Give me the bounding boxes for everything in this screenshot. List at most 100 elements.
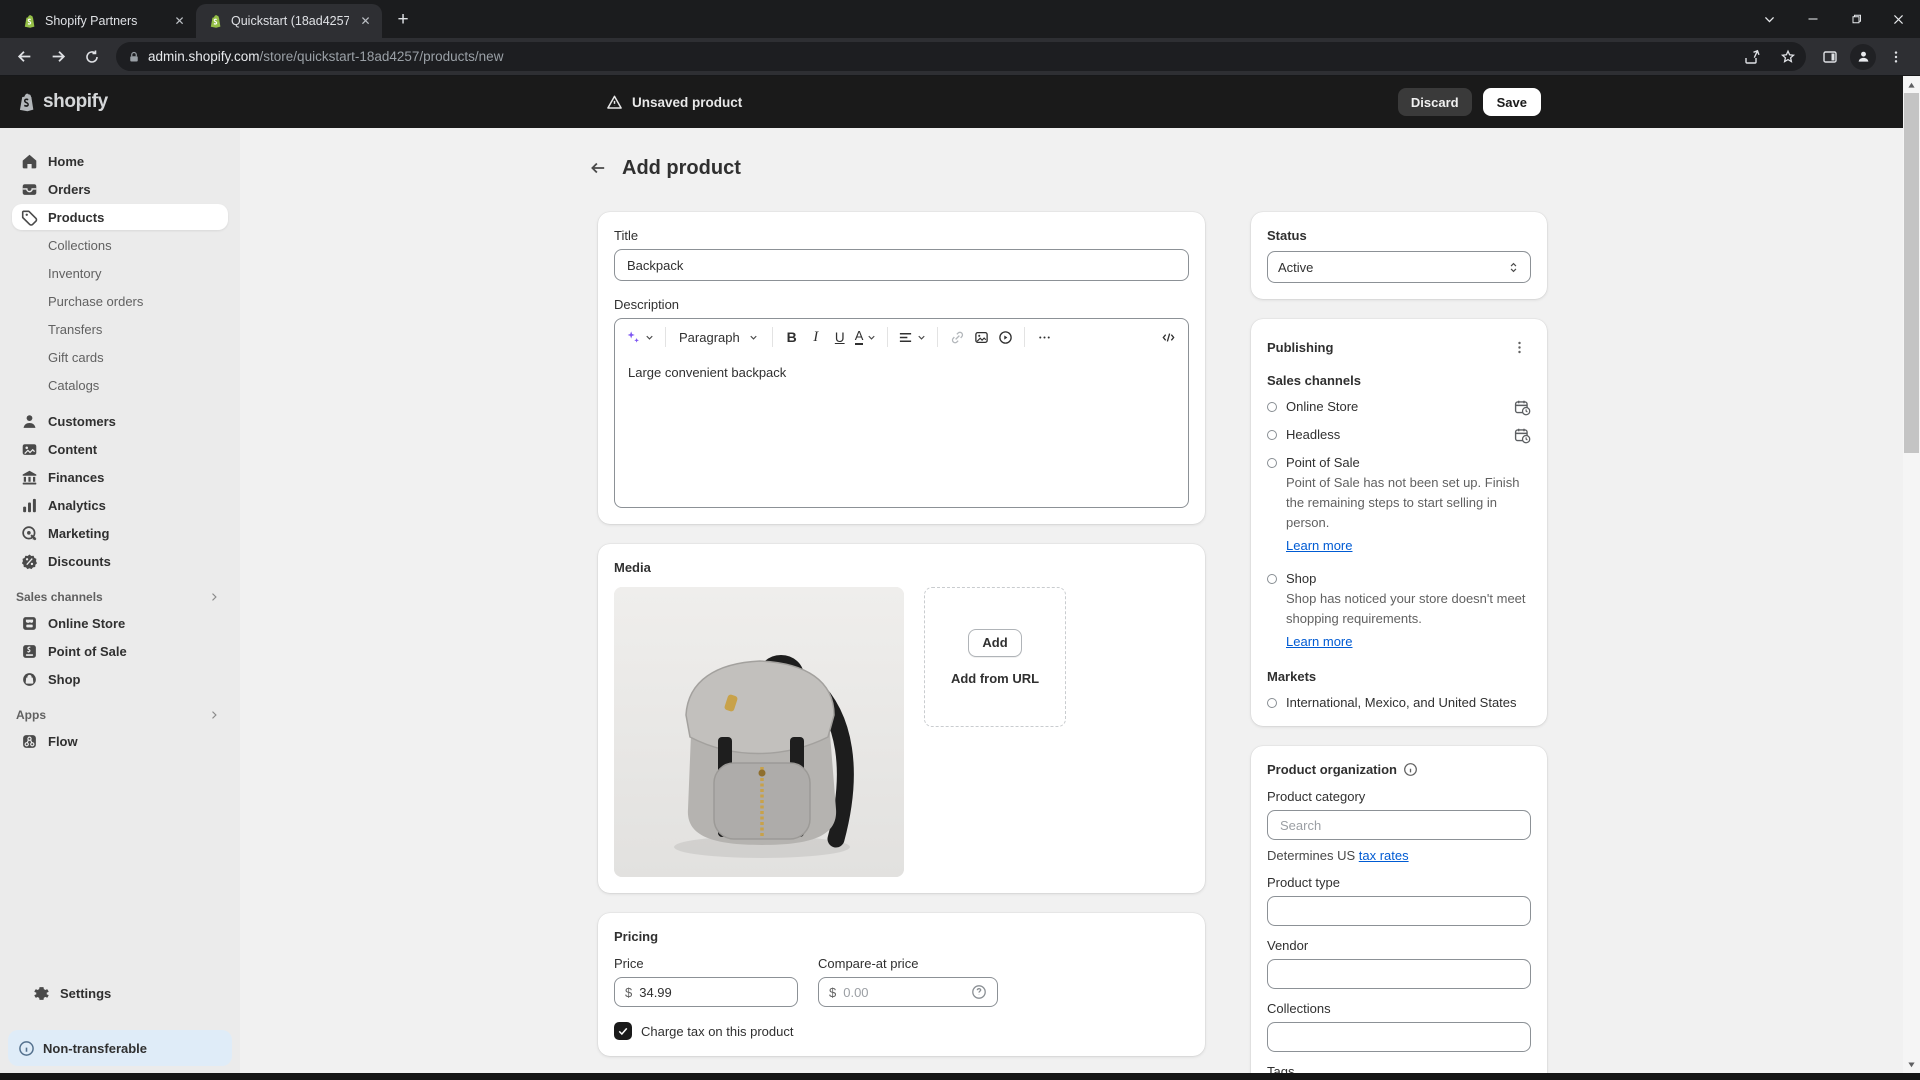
sidebar-item-home[interactable]: Home bbox=[12, 148, 228, 174]
browser-toolbar: admin.shopify.com/store/quickstart-18ad4… bbox=[0, 38, 1920, 76]
paragraph-style-dropdown[interactable]: Paragraph bbox=[673, 324, 765, 350]
sidebar-item-flow[interactable]: Flow bbox=[12, 728, 228, 754]
back-button[interactable] bbox=[8, 41, 40, 73]
title-input[interactable] bbox=[614, 249, 1189, 281]
sidebar-item-label: Products bbox=[48, 210, 104, 225]
tax-help-text: Determines US tax rates bbox=[1267, 848, 1531, 863]
tab-close-icon[interactable]: ✕ bbox=[357, 13, 374, 30]
alignment-button[interactable] bbox=[895, 324, 930, 350]
bookmark-star-icon[interactable] bbox=[1774, 43, 1802, 71]
sidebar-item-analytics[interactable]: Analytics bbox=[12, 492, 228, 518]
browser-menu-icon[interactable] bbox=[1880, 41, 1912, 73]
description-label: Description bbox=[614, 297, 1189, 312]
forward-button[interactable] bbox=[42, 41, 74, 73]
unsaved-label: Unsaved product bbox=[632, 95, 742, 110]
new-tab-button[interactable]: + bbox=[388, 5, 418, 35]
info-icon[interactable] bbox=[1403, 762, 1418, 777]
compare-price-input[interactable] bbox=[843, 985, 971, 1000]
window-close-button[interactable] bbox=[1877, 0, 1920, 38]
help-icon[interactable] bbox=[971, 984, 987, 1000]
scrollbar-up-arrow[interactable] bbox=[1906, 80, 1917, 91]
product-image-backpack[interactable] bbox=[614, 587, 904, 877]
discard-button[interactable]: Discard bbox=[1398, 88, 1472, 116]
media-dropzone[interactable]: Add Add from URL bbox=[924, 587, 1066, 727]
sidebar-item-catalogs[interactable]: Catalogs bbox=[12, 372, 228, 398]
sidebar-item-gift-cards[interactable]: Gift cards bbox=[12, 344, 228, 370]
media-card: Media bbox=[598, 544, 1205, 893]
banner-label: Non-transferable bbox=[43, 1041, 147, 1056]
reload-button[interactable] bbox=[76, 41, 108, 73]
sidebar-item-label: Home bbox=[48, 154, 84, 169]
sidebar-item-online-store[interactable]: Online Store bbox=[12, 610, 228, 636]
more-formatting-button[interactable] bbox=[1032, 324, 1056, 350]
shopify-logo: shopify bbox=[16, 91, 108, 113]
bold-button[interactable]: B bbox=[780, 324, 804, 350]
sidebar-item-content[interactable]: Content bbox=[12, 436, 228, 462]
sidebar-item-purchase-orders[interactable]: Purchase orders bbox=[12, 288, 228, 314]
description-textarea[interactable]: Large convenient backpack bbox=[615, 355, 1188, 507]
insert-video-button[interactable] bbox=[993, 324, 1017, 350]
italic-button[interactable]: I bbox=[804, 324, 828, 350]
ai-magic-button[interactable] bbox=[623, 324, 658, 350]
shop-learn-more-link[interactable]: Learn more bbox=[1286, 634, 1352, 649]
non-transferable-banner[interactable]: Non-transferable bbox=[8, 1030, 232, 1066]
tax-rates-link[interactable]: tax rates bbox=[1359, 848, 1409, 863]
charge-tax-checkbox[interactable] bbox=[614, 1022, 632, 1040]
sidebar-item-discounts[interactable]: Discounts bbox=[12, 548, 228, 574]
scrollbar-thumb[interactable] bbox=[1904, 93, 1919, 453]
side-panel-icon[interactable] bbox=[1814, 41, 1846, 73]
back-arrow-button[interactable] bbox=[584, 154, 612, 182]
product-type-input[interactable] bbox=[1267, 896, 1531, 926]
sidebar-item-label: Finances bbox=[48, 470, 104, 485]
add-from-url-button[interactable]: Add from URL bbox=[951, 671, 1039, 686]
sidebar-item-transfers[interactable]: Transfers bbox=[12, 316, 228, 342]
sidebar-item-orders[interactable]: Orders bbox=[12, 176, 228, 202]
tab-close-icon[interactable]: ✕ bbox=[171, 13, 188, 30]
sales-channels-header[interactable]: Sales channels bbox=[16, 590, 220, 604]
sidebar-item-products[interactable]: Products bbox=[12, 204, 228, 230]
sidebar-item-collections[interactable]: Collections bbox=[12, 232, 228, 258]
channel-bullet bbox=[1267, 574, 1277, 584]
shopify-bag-icon bbox=[16, 92, 37, 113]
compare-price-field: $ bbox=[818, 977, 998, 1007]
code-view-button[interactable] bbox=[1156, 324, 1180, 350]
schedule-calendar-icon[interactable] bbox=[1514, 427, 1531, 444]
text-color-button[interactable]: A bbox=[852, 324, 881, 350]
status-select[interactable]: Active bbox=[1267, 251, 1531, 283]
code-icon bbox=[1161, 330, 1176, 345]
tab-quickstart-products[interactable]: Quickstart (18ad4257) · Products ✕ bbox=[196, 4, 382, 38]
window-restore-button[interactable] bbox=[1834, 0, 1877, 38]
pos-learn-more-link[interactable]: Learn more bbox=[1286, 538, 1352, 553]
page-scrollbar[interactable] bbox=[1903, 76, 1920, 1073]
chevron-right-icon bbox=[208, 709, 220, 721]
sales-channels-label: Sales channels bbox=[1267, 373, 1531, 388]
publishing-menu-icon[interactable] bbox=[1507, 335, 1531, 359]
save-button[interactable]: Save bbox=[1483, 88, 1541, 116]
share-icon[interactable] bbox=[1738, 43, 1766, 71]
tab-search-icon[interactable] bbox=[1748, 0, 1791, 38]
sidebar-item-finances[interactable]: Finances bbox=[12, 464, 228, 490]
sidebar-item-shop[interactable]: Shop bbox=[12, 666, 228, 692]
link-button[interactable] bbox=[945, 324, 969, 350]
sidebar-item-customers[interactable]: Customers bbox=[12, 408, 228, 434]
product-category-input[interactable] bbox=[1267, 810, 1531, 840]
profile-avatar[interactable] bbox=[1850, 44, 1876, 70]
schedule-calendar-icon[interactable] bbox=[1514, 399, 1531, 416]
price-input[interactable] bbox=[639, 985, 787, 1000]
tab-shopify-partners[interactable]: Shopify Partners ✕ bbox=[10, 4, 196, 38]
apps-header[interactable]: Apps bbox=[16, 708, 220, 722]
sidebar-item-point-of-sale[interactable]: Point of Sale bbox=[12, 638, 228, 664]
insert-image-button[interactable] bbox=[969, 324, 993, 350]
media-add-button[interactable]: Add bbox=[968, 629, 1021, 657]
sparkles-icon bbox=[626, 330, 641, 345]
address-bar[interactable]: admin.shopify.com/store/quickstart-18ad4… bbox=[116, 42, 1806, 71]
underline-button[interactable]: U bbox=[828, 324, 852, 350]
window-minimize-button[interactable] bbox=[1791, 0, 1834, 38]
ellipsis-icon bbox=[1037, 330, 1052, 345]
sidebar-item-inventory[interactable]: Inventory bbox=[12, 260, 228, 286]
collections-input[interactable] bbox=[1267, 1022, 1531, 1052]
sidebar-item-settings[interactable]: Settings bbox=[24, 980, 216, 1006]
scrollbar-down-arrow[interactable] bbox=[1906, 1059, 1917, 1070]
sidebar-item-marketing[interactable]: Marketing bbox=[12, 520, 228, 546]
vendor-input[interactable] bbox=[1267, 959, 1531, 989]
